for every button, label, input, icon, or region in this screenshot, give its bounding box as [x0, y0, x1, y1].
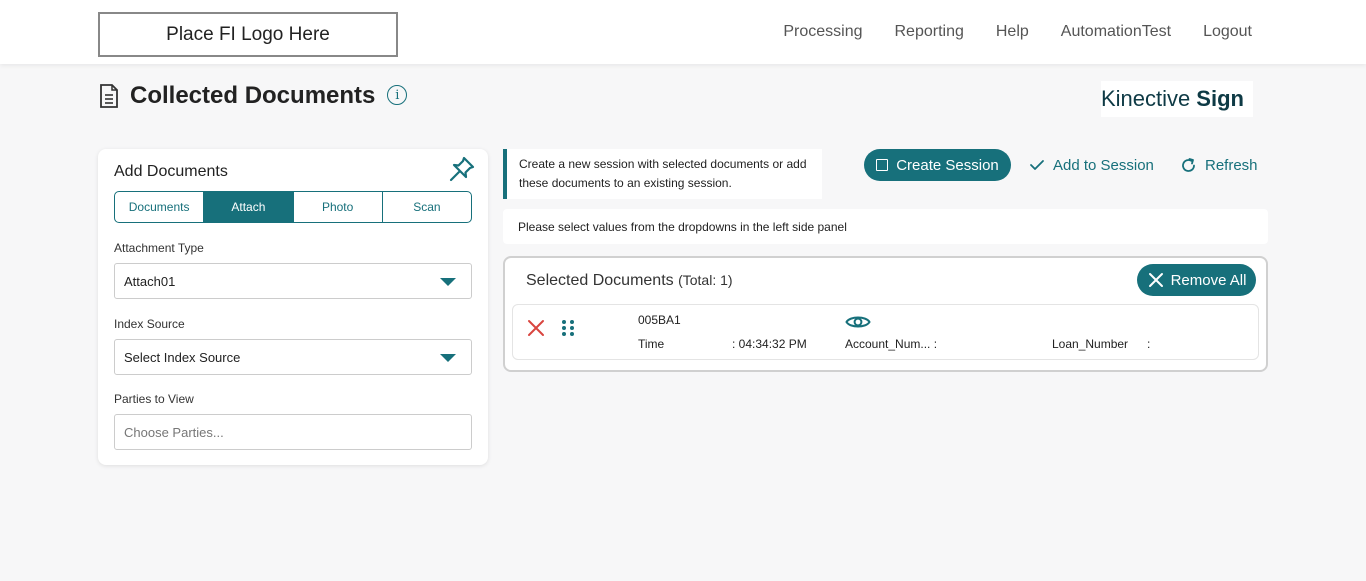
parties-input[interactable]	[114, 414, 472, 450]
square-icon	[876, 159, 889, 171]
attachment-type-value: Attach01	[124, 273, 176, 289]
page-title-row: Collected Documents i	[98, 82, 408, 110]
create-session-button[interactable]: Create Session	[864, 149, 1011, 181]
index-source-label: Index Source	[114, 317, 185, 331]
refresh-button[interactable]: Refresh	[1180, 149, 1258, 181]
remove-all-button[interactable]: Remove All	[1137, 264, 1256, 296]
fi-logo-placeholder: Place FI Logo Here	[98, 12, 398, 57]
nav-user[interactable]: AutomationTest	[1061, 23, 1171, 41]
check-icon	[1030, 160, 1044, 170]
nav-help[interactable]: Help	[996, 23, 1029, 41]
parties-label: Parties to View	[114, 392, 194, 406]
time-value: : 04:34:32 PM	[732, 337, 807, 351]
add-documents-panel: Add Documents Documents Attach Photo Sca…	[98, 149, 488, 465]
index-source-select[interactable]: Select Index Source	[114, 339, 472, 375]
document-name: 005BA1	[638, 313, 681, 327]
chevron-down-icon	[440, 354, 456, 362]
brand-name-bold: Sign	[1196, 86, 1244, 111]
attachment-type-select[interactable]: Attach01	[114, 263, 472, 299]
selected-title-text: Selected Documents	[526, 272, 674, 289]
refresh-icon	[1182, 157, 1195, 172]
add-to-session-label: Add to Session	[1053, 156, 1154, 174]
document-icon	[100, 84, 118, 108]
time-label: Time	[638, 337, 665, 351]
brand-name-light: Kinective	[1101, 86, 1191, 111]
tab-attach[interactable]: Attach	[204, 192, 294, 222]
tab-documents[interactable]: Documents	[115, 192, 205, 222]
page-title: Collected Documents	[130, 82, 376, 109]
status-message: Please select values from the dropdowns …	[503, 209, 1268, 244]
eye-icon[interactable]	[845, 313, 871, 331]
tab-photo[interactable]: Photo	[294, 192, 383, 222]
close-icon	[1148, 273, 1163, 287]
document-row: 005BA1 Time : 04:34:32 PM Account_Num...…	[512, 304, 1259, 360]
refresh-label: Refresh	[1205, 156, 1258, 174]
index-source-value: Select Index Source	[124, 349, 241, 365]
attachment-type-label: Attachment Type	[114, 241, 204, 255]
session-info-note: Create a new session with selected docum…	[503, 149, 822, 199]
account-number-label: Account_Num... :	[845, 337, 938, 351]
drag-handle-icon[interactable]	[561, 319, 575, 337]
nav-reporting[interactable]: Reporting	[895, 23, 964, 41]
tab-scan[interactable]: Scan	[383, 192, 471, 222]
loan-number-value: :	[1147, 337, 1151, 351]
panel-title: Add Documents	[114, 163, 228, 180]
selected-total-count: (Total: 1)	[678, 272, 733, 288]
brand-logo: Kinective Sign	[1101, 81, 1253, 117]
nav-logout[interactable]: Logout	[1203, 23, 1252, 41]
main-nav: Processing Reporting Help AutomationTest…	[783, 0, 1252, 64]
document-source-tabs: Documents Attach Photo Scan	[114, 191, 472, 223]
create-session-label: Create Session	[896, 156, 999, 174]
nav-processing[interactable]: Processing	[783, 23, 862, 41]
add-to-session-button[interactable]: Add to Session	[1029, 149, 1154, 181]
top-bar: Place FI Logo Here Processing Reporting …	[0, 0, 1366, 64]
selected-documents-title: Selected Documents (Total: 1)	[526, 272, 733, 290]
pin-icon[interactable]	[448, 155, 476, 183]
info-icon[interactable]: i	[387, 85, 408, 105]
remove-document-icon[interactable]	[527, 319, 545, 337]
remove-all-label: Remove All	[1170, 271, 1247, 289]
loan-number-label: Loan_Number	[1052, 337, 1129, 351]
selected-documents-panel: Selected Documents (Total: 1) Remove All…	[503, 256, 1268, 372]
chevron-down-icon	[440, 278, 456, 286]
